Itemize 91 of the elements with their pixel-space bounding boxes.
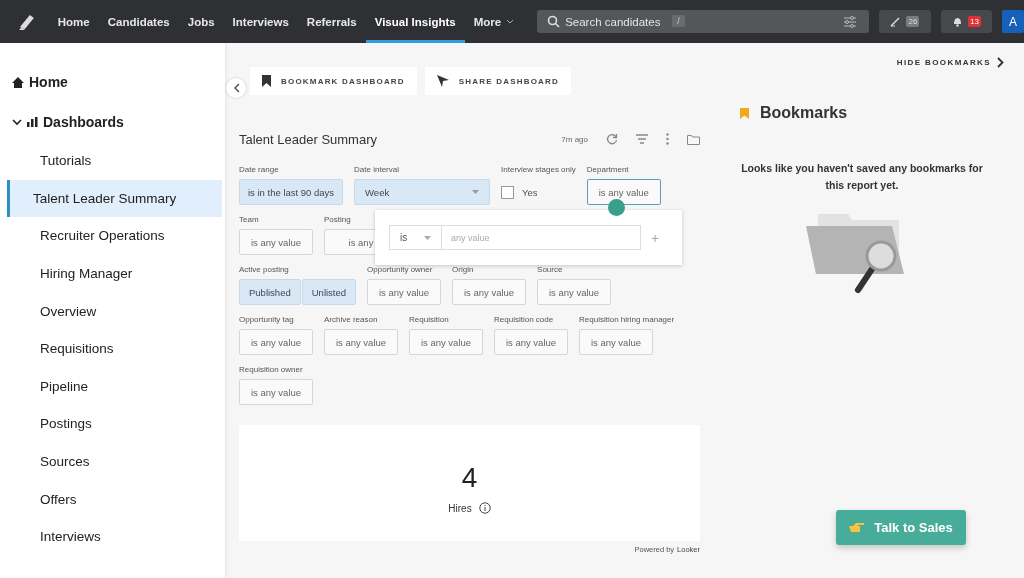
caret-icon [472, 190, 480, 194]
filter-label: Posting [324, 215, 351, 224]
filter-label: Origin [452, 265, 474, 274]
filter-label: Active posting [239, 265, 289, 274]
cursor-icon [436, 75, 449, 87]
sidebar-item[interactable]: Tutorials [7, 142, 222, 180]
caret-icon [424, 235, 431, 240]
bookmark-icon [262, 75, 271, 87]
filter-chip[interactable]: is any value [579, 329, 653, 355]
filter-chip[interactable]: is any value [537, 279, 612, 305]
sidebar-item[interactable]: Hiring Manager [7, 254, 222, 293]
nav-tab[interactable]: Home [48, 0, 99, 43]
action-button[interactable]: SHARE DASHBOARD [424, 67, 572, 95]
filter-chip[interactable]: is any value [324, 329, 398, 355]
bell-icon [952, 16, 963, 27]
bookmarks-title: Bookmarks [760, 104, 848, 122]
filter-chip[interactable]: is any value [452, 279, 527, 305]
filter-chip[interactable]: is in the last 90 days [239, 179, 344, 205]
nav-tab[interactable]: Visual Insights [365, 0, 465, 43]
more-icon[interactable] [666, 133, 669, 145]
sidebar-item[interactable]: Postings [7, 405, 222, 443]
filter-label: Opportunity owner [367, 265, 433, 274]
filter-label: Date interval [354, 165, 399, 174]
filter-chip[interactable]: is any value [239, 329, 313, 355]
nav-tab[interactable]: Jobs [178, 0, 224, 43]
sidebar-item[interactable]: Pipeline [7, 367, 222, 406]
chevron-left-icon [232, 83, 240, 93]
sidebar-item[interactable]: Requisitions [7, 329, 222, 368]
filter-label: Requisition hiring manager [579, 315, 675, 324]
toggle-option[interactable]: Published [239, 279, 301, 305]
filter-icon[interactable] [636, 134, 648, 144]
filter-label: Source [537, 265, 563, 274]
nav-tab[interactable]: Candidates [98, 0, 179, 43]
collapse-button[interactable] [226, 78, 246, 98]
sidebar-item[interactable]: Interviews [7, 517, 222, 556]
metric-label: Hires [448, 502, 472, 514]
count-badge: 13 [968, 16, 981, 27]
info-icon[interactable] [478, 502, 491, 514]
more-menu[interactable]: More [464, 0, 524, 43]
hide-bookmarks-link[interactable]: HIDE BOOKMARKS [896, 57, 1004, 68]
filter-chip[interactable]: is any value [239, 229, 313, 255]
sidebar-item[interactable]: Talent Leader Summary [7, 179, 222, 218]
filter-chip[interactable]: is any value [367, 279, 442, 305]
filter-label: Opportunity tag [239, 315, 294, 324]
sidebar-item[interactable]: Sources [7, 442, 222, 481]
updated-time: 7m ago [561, 134, 588, 144]
filter-chip[interactable]: is any value [494, 329, 568, 355]
search-icon [547, 15, 561, 28]
count-badge: 26 [906, 16, 920, 27]
user-avatar[interactable]: A [1002, 10, 1024, 33]
filter-label: Date range [239, 165, 279, 174]
filter-label: Archive reason [324, 315, 378, 324]
sliders-icon[interactable] [843, 16, 858, 28]
filter-label: Department [586, 165, 629, 174]
folder-icon[interactable] [687, 133, 700, 145]
toolbar-button[interactable]: 13 [940, 10, 993, 33]
empty-message: Looks like you haven't saved any bookmarks for this report yet. [740, 161, 984, 193]
pointing-hand-icon [849, 522, 866, 533]
nav-tab[interactable]: Referrals [297, 0, 366, 43]
filter-label: Team [239, 215, 259, 224]
chevron-right-icon [997, 57, 1004, 68]
filter-label: Interview stages only [501, 165, 576, 174]
sidebar-item[interactable]: Recruiter Operations [7, 217, 222, 255]
chevron-down-icon [506, 18, 515, 25]
value-input[interactable]: any value [442, 225, 641, 250]
filter-chip[interactable]: is any value [409, 329, 483, 355]
operator-select[interactable]: is [389, 225, 442, 250]
dashboard-title: Talent Leader Summary [239, 131, 378, 147]
filter-select[interactable]: Week [354, 179, 491, 205]
refresh-icon[interactable] [606, 133, 618, 145]
filter-label: Requisition code [494, 315, 554, 324]
sidebar-item[interactable]: Offers [7, 480, 222, 518]
bar-chart-icon [27, 117, 38, 127]
checkbox[interactable] [501, 185, 515, 199]
shortcut-key: / [672, 15, 685, 27]
toggle-option[interactable]: Unlisted [301, 279, 357, 305]
house-icon [12, 76, 24, 88]
sidebar-item[interactable]: Home [0, 62, 225, 102]
sidebar-item[interactable]: Overview [7, 292, 222, 330]
filter-chip[interactable]: is any value [239, 379, 313, 405]
checkbox-label: Yes [522, 186, 538, 198]
metric-value: 4 [461, 462, 478, 494]
bookmark-icon [740, 107, 749, 119]
filter-label: Requisition owner [239, 365, 303, 374]
filter-chip[interactable]: is any value [586, 179, 661, 205]
filter-label: Requisition [409, 315, 449, 324]
nav-tab[interactable]: Interviews [223, 0, 298, 43]
chevron-icon [12, 118, 22, 126]
sidebar-section[interactable]: Dashboards [0, 102, 225, 142]
action-button[interactable]: BOOKMARK DASHBOARD [250, 67, 417, 95]
pencil-icon [890, 16, 902, 27]
